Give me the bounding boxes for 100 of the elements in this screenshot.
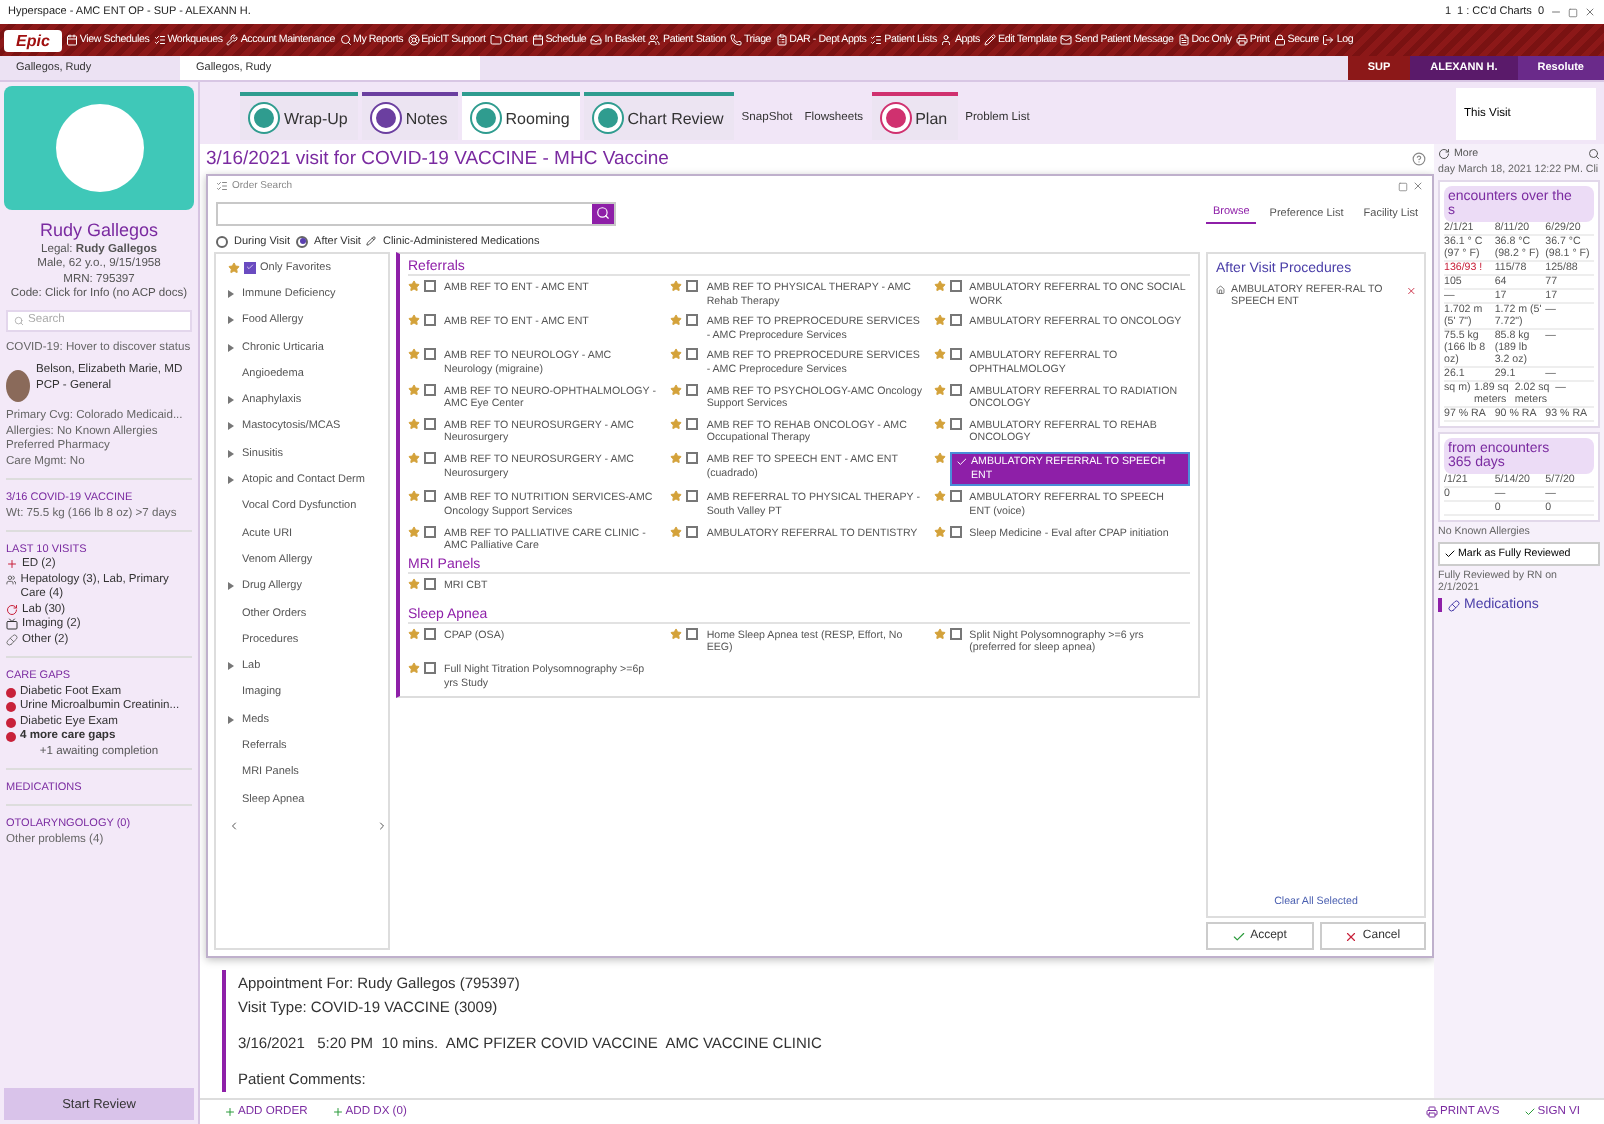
remove-icon[interactable] xyxy=(1405,284,1416,298)
star-icon xyxy=(933,383,946,396)
list-icon xyxy=(870,34,883,46)
star-icon xyxy=(933,314,946,327)
checkbox[interactable] xyxy=(949,417,962,430)
radio-button[interactable] xyxy=(296,235,309,247)
star-icon xyxy=(933,280,946,292)
checkbox[interactable] xyxy=(949,383,962,396)
star-icon xyxy=(408,627,420,640)
plus-icon xyxy=(331,1106,344,1118)
check-icon xyxy=(246,262,254,273)
star-icon xyxy=(670,525,683,538)
close-icon[interactable] xyxy=(1412,180,1424,192)
checkbox[interactable] xyxy=(424,490,436,503)
activity-tab[interactable]: Notes xyxy=(361,92,458,140)
pencil-icon xyxy=(983,34,996,46)
star-icon xyxy=(408,417,420,430)
list-icon xyxy=(216,180,228,192)
alert-dot-icon xyxy=(6,687,16,698)
checkbox[interactable] xyxy=(686,417,699,430)
check-icon xyxy=(1232,929,1247,943)
scroll-right-icon[interactable] xyxy=(376,819,388,832)
clipboard-icon xyxy=(775,34,788,46)
phone-icon xyxy=(729,34,742,46)
checkbox[interactable] xyxy=(686,314,699,327)
checkbox[interactable] xyxy=(949,280,962,292)
checkbox[interactable] xyxy=(424,577,436,590)
search-button[interactable] xyxy=(592,203,614,223)
checkbox[interactable] xyxy=(686,280,699,292)
wrench-icon xyxy=(226,34,239,46)
checkbox[interactable] xyxy=(424,417,436,430)
checkbox[interactable] xyxy=(686,490,699,503)
checkbox[interactable] xyxy=(424,314,436,327)
check-icon xyxy=(955,456,967,469)
avatar-placeholder xyxy=(6,370,30,403)
star-icon xyxy=(408,280,420,292)
alert-dot-icon xyxy=(6,717,16,728)
help-icon[interactable] xyxy=(1412,152,1426,166)
activity-tab[interactable]: Plan xyxy=(871,92,958,140)
checkbox[interactable] xyxy=(424,348,436,361)
star-icon xyxy=(408,525,420,538)
calendar-icon xyxy=(531,34,544,46)
star-icon xyxy=(670,383,683,396)
pencil-icon xyxy=(366,236,377,246)
calendar-icon xyxy=(65,34,78,46)
checkbox[interactable] xyxy=(686,452,699,465)
plus-icon xyxy=(224,1106,236,1118)
order-search-field[interactable] xyxy=(216,201,616,225)
printer-icon xyxy=(1235,34,1248,46)
search-icon xyxy=(596,206,610,220)
patient-name: Rudy Gallegos xyxy=(37,220,161,243)
checkbox[interactable] xyxy=(686,348,699,361)
maximize-icon[interactable] xyxy=(1568,7,1578,17)
star-icon xyxy=(933,525,946,538)
people-icon xyxy=(648,34,661,46)
checkbox[interactable] xyxy=(424,525,436,538)
star-icon xyxy=(670,280,683,292)
checkbox[interactable] xyxy=(949,490,962,503)
visit-title: 3/16/2021 visit for COVID-19 VACCINE - MHC Vaccine xyxy=(206,148,669,170)
checkbox[interactable] xyxy=(949,627,962,640)
star-icon xyxy=(408,383,420,396)
checkbox[interactable] xyxy=(424,661,436,674)
checkbox[interactable] xyxy=(686,627,699,640)
checkbox[interactable] xyxy=(949,314,962,327)
house-icon xyxy=(1216,284,1226,296)
star-icon xyxy=(670,314,683,327)
star-icon xyxy=(670,452,683,465)
checkbox[interactable] xyxy=(949,525,962,538)
star-icon xyxy=(933,452,946,465)
star-icon xyxy=(228,261,240,274)
checkbox[interactable] xyxy=(949,348,962,361)
pill-icon xyxy=(1448,599,1460,611)
scroll-left-icon[interactable] xyxy=(228,819,240,832)
person-icon xyxy=(940,34,953,46)
star-icon xyxy=(670,417,683,430)
activity-tab[interactable]: Rooming xyxy=(461,92,580,140)
checkbox[interactable] xyxy=(424,383,436,396)
search-icon[interactable] xyxy=(1588,148,1600,160)
epic-logo[interactable]: Epic xyxy=(4,29,62,51)
star-icon xyxy=(670,490,683,503)
checkbox[interactable] xyxy=(424,452,436,465)
star-icon xyxy=(933,490,946,503)
star-icon xyxy=(408,661,420,674)
activity-tab[interactable]: Wrap-Up xyxy=(240,92,358,140)
close-icon[interactable] xyxy=(1584,6,1596,18)
search-icon xyxy=(14,315,24,326)
activity-tab[interactable]: Chart Review xyxy=(583,92,734,140)
checkbox[interactable] xyxy=(686,383,699,396)
mail-icon xyxy=(1060,34,1073,46)
printer-icon xyxy=(1425,1106,1438,1118)
checkbox[interactable] xyxy=(244,261,256,274)
star-icon xyxy=(408,577,420,590)
radio-button[interactable] xyxy=(216,235,228,247)
checkbox[interactable] xyxy=(424,280,436,292)
lock-icon xyxy=(1273,34,1286,46)
check-icon xyxy=(1523,1106,1536,1118)
checkbox[interactable] xyxy=(424,627,436,640)
inbox-icon xyxy=(590,34,603,46)
checkbox[interactable] xyxy=(686,525,699,538)
refresh-icon[interactable] xyxy=(1438,148,1450,160)
